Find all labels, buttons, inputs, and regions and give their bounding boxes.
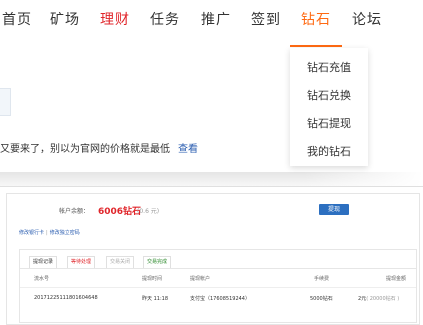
column-header-account: 提现帐户 [190,276,211,282]
cell-amount: 2元( 20000钻石 ) [358,295,399,302]
notice-text: 又要来了，别以为官网的价格就是最低 [0,144,170,155]
balance-value: 6006钻石 [98,207,142,217]
nav-item-mine[interactable]: 矿场 [50,9,80,29]
active-nav-underline [290,45,342,47]
column-header-fee: 手续费 [314,276,330,282]
collapsed-panel-edge [0,88,11,116]
cell-amount-diamonds: ( 20000钻石 ) [366,296,400,302]
nav-item-forum[interactable]: 论坛 [352,9,382,29]
nav-item-diamond[interactable]: 钻石 [301,9,331,29]
balance-label: 帐户余额： [59,208,90,215]
cell-fee: 5000钻石 [310,296,333,302]
nav-item-tasks[interactable]: 任务 [150,9,180,29]
nav-item-checkin[interactable]: 签到 [251,9,281,29]
nav-item-finance[interactable]: 理财 [100,9,130,29]
menu-item-diamond-withdraw[interactable]: 钻石提现 [290,115,368,131]
cell-time: 昨天 11:18 [142,296,168,302]
withdraw-records: 提现记录 等待处理 交易关闭 交易完成 流水号 提现时间 提现帐户 手续费 提现… [19,249,417,323]
nav-item-promotion[interactable]: 推广 [201,9,231,29]
account-links: 修改银行卡 | 修改独立密码 [19,229,80,236]
menu-item-diamond-recharge[interactable]: 钻石充值 [290,59,368,75]
link-separator: | [46,230,48,236]
edit-password-link[interactable]: 修改独立密码 [50,230,80,236]
account-panel: 帐户余额： 6006钻石 (0.6 元) 提现 修改银行卡 | 修改独立密码 提现记… [6,193,420,325]
menu-item-diamond-exchange[interactable]: 钻石兑换 [290,87,368,103]
menu-item-my-diamonds[interactable]: 我的钻石 [290,143,368,159]
diamond-dropdown-menu: 钻石充值 钻石兑换 钻石提现 我的钻石 [290,48,368,166]
column-header-amount: 提现金额 [386,276,407,282]
column-header-serial: 流水号 [34,276,50,282]
cell-account: 支付宝（17608519244） [190,296,250,302]
nav-item-home[interactable]: 首页 [2,9,32,29]
notice-view-link[interactable]: 查看 [178,144,198,155]
cell-serial: 20171225111801604648 [34,295,98,301]
withdraw-button[interactable]: 提现 [319,204,349,215]
header-divider [20,287,416,288]
banner-highlight [303,172,423,186]
top-nav: 首页 矿场 理财 任务 推广 签到 钻石 论坛 [0,0,423,47]
column-header-time: 提现时间 [142,276,163,282]
cell-amount-cny: 2元 [358,296,367,302]
tabs-divider [20,268,416,269]
balance-cny: (0.6 元) [137,208,160,215]
edit-bank-card-link[interactable]: 修改银行卡 [19,230,44,236]
notice-bar: 又要来了，别以为官网的价格就是最低 查看 [0,140,198,155]
